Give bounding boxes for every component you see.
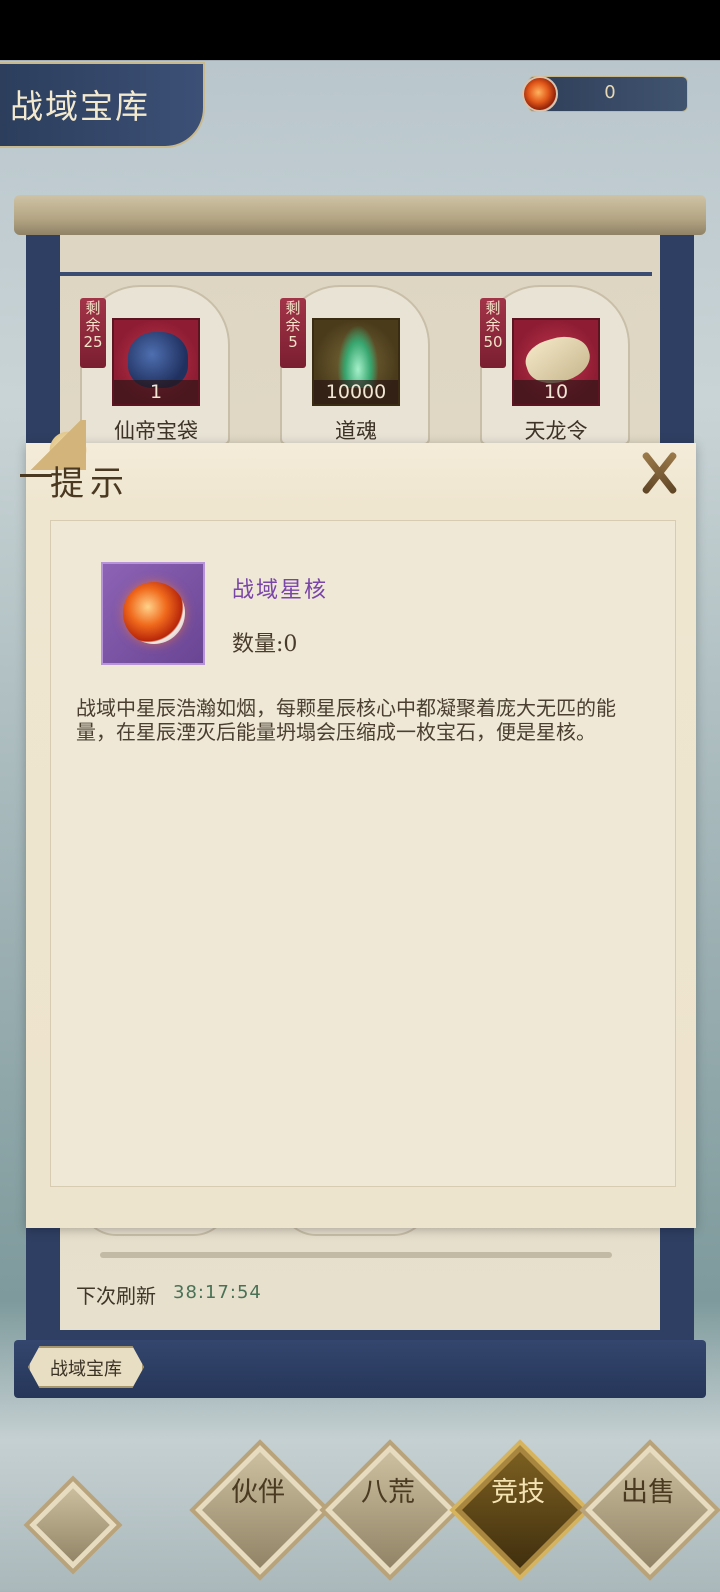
scroll-divider [60,272,652,276]
star-core-item-icon [101,562,205,665]
nav-arena[interactable] [449,1439,591,1581]
remain-label: 剩余 [285,299,301,334]
nav-bahuang-label: 八荒 [361,1477,415,1508]
nav-partner-label: 伙伴 [231,1477,285,1508]
refresh-divider [100,1252,612,1258]
nav-arena-label: 竞技 [491,1477,545,1508]
nav-sell[interactable] [579,1439,720,1581]
tab-zhanyu-baoku-label: 战域宝库 [50,1359,122,1380]
star-core-orb-icon [123,582,185,644]
dialog-item-description: 战域中星辰浩瀚如烟，每颗星辰核心中都凝聚着庞大无匹的能量，在星辰湮灭后能量坍塌会… [76,696,616,744]
item-name-2: 道魂 [335,419,377,443]
remain-tag-3: 剩余 50 [480,298,506,368]
remain-tag-2: 剩余 5 [280,298,306,368]
item-name-1: 仙帝宝袋 [114,419,198,443]
dialog-item-name: 战域星核 [232,578,329,603]
refresh-countdown: 38:17:54 [173,1282,262,1303]
title-dash [20,474,52,477]
item-icon-box-3: 10 [512,318,600,406]
dialog-item-count: 数量:0 [232,632,298,657]
remain-label: 剩余 [485,299,501,334]
remain-label: 剩余 [85,299,101,334]
nav-bahuang[interactable] [319,1439,461,1581]
nav-partner[interactable] [189,1439,331,1581]
home-nav-button[interactable] [23,1475,123,1575]
soul-flame-icon [338,326,378,388]
item-name-3: 天龙令 [524,419,588,443]
item-icon-box-1: 1 [112,318,200,406]
status-bar [0,0,720,60]
remain-count: 25 [83,333,103,351]
item-qty: 10 [514,380,598,404]
star-core-currency-icon [522,76,558,112]
currency-value: 0 [604,82,616,103]
nav-sell-label: 出售 [621,1477,675,1508]
close-button[interactable] [638,451,680,495]
page-title: 战域宝库 [10,87,150,126]
remain-count: 5 [288,333,298,351]
refresh-label: 下次刷新 [76,1284,156,1308]
item-qty: 10000 [314,380,398,404]
dialog-title: 提示 [50,464,130,504]
remain-tag-1: 剩余 25 [80,298,106,368]
item-qty: 1 [114,380,198,404]
item-icon-box-2: 10000 [312,318,400,406]
remain-count: 50 [483,333,503,351]
scroll-rod [14,195,706,235]
